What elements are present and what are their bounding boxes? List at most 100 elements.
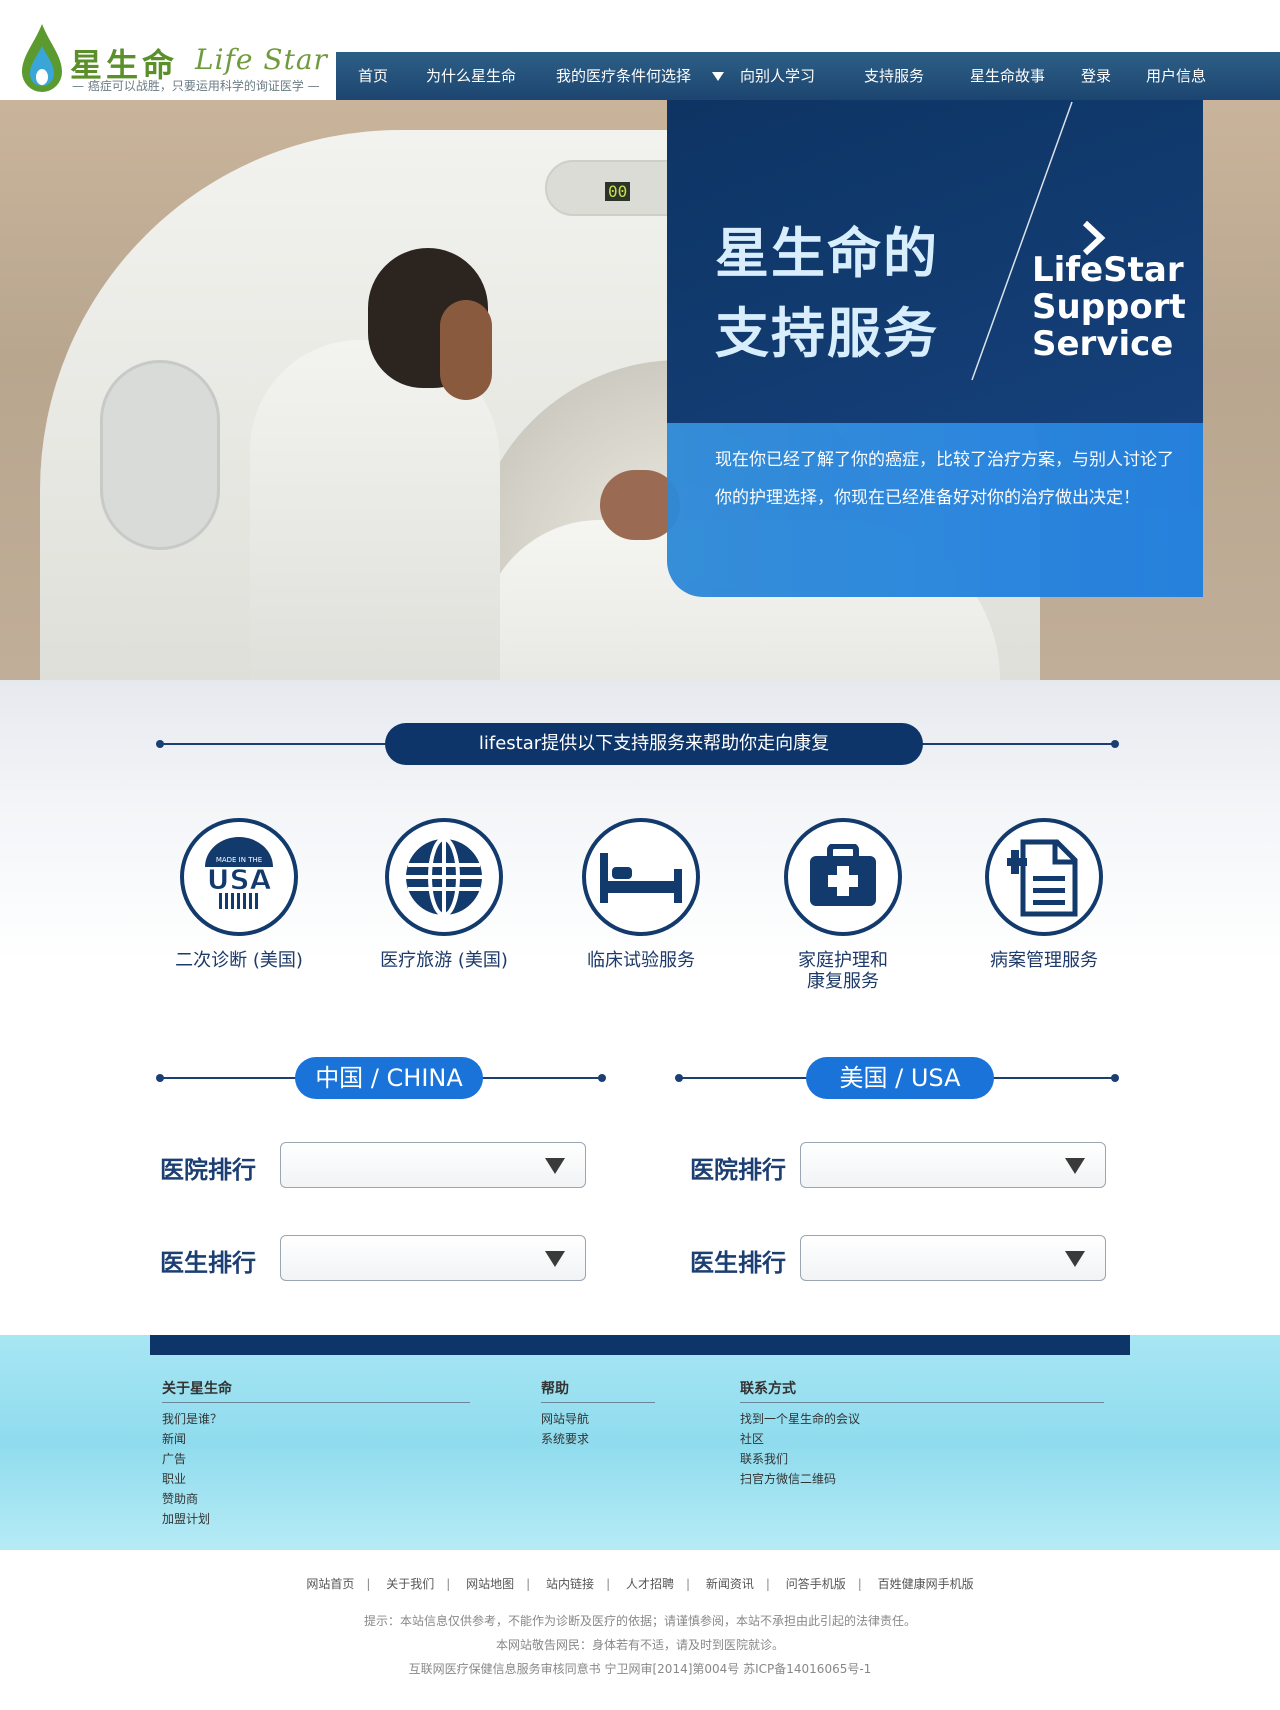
- footer-about-heading: 关于星生命: [162, 1378, 470, 1403]
- bed-icon: [600, 853, 682, 903]
- scanner-control-panel: [100, 360, 220, 550]
- footer-link-ads[interactable]: 广告: [162, 1449, 470, 1469]
- usa-doctor-ranking-label: 医生排行: [690, 1249, 786, 1277]
- footer-link-news[interactable]: 新闻: [162, 1429, 470, 1449]
- china-hospital-ranking-select[interactable]: [280, 1142, 586, 1188]
- support-service-description-panel: 现在你已经了解了你的癌症，比较了治疗方案，与别人讨论了你的护理选择，你现在已经准…: [667, 423, 1203, 597]
- bottom-link-bar: 网站首页 | 关于我们 | 网站地图 | 站内链接 | 人才招聘 | 新闻资讯 | 问答手机…: [306, 1577, 974, 1591]
- service-label: 医疗旅游 (美国): [380, 950, 508, 971]
- services-heading: lifestar提供以下支持服务来帮助你走向康复: [385, 723, 923, 765]
- footer-link-careers[interactable]: 职业: [162, 1469, 470, 1489]
- nav-stories[interactable]: 星生命故事: [970, 52, 1045, 100]
- footer-link-contact-us[interactable]: 联系我们: [740, 1449, 1104, 1469]
- bottom-link-about[interactable]: 关于我们: [386, 1577, 434, 1591]
- dropdown-arrow-icon[interactable]: [545, 1158, 565, 1174]
- footer-disclaimer: 提示：本站信息仅供参考，不能作为诊断及医疗的依据；请谨慎参阅，本站不承担由此引起…: [363, 1614, 916, 1628]
- banner-title-cn-line1: 星生命的: [715, 222, 939, 285]
- brand-name-en: Life Star: [195, 43, 328, 76]
- bottom-link-qa-mobile[interactable]: 问答手机版: [786, 1577, 846, 1591]
- dropdown-arrow-icon[interactable]: [545, 1251, 565, 1267]
- china-doctor-ranking-select[interactable]: [280, 1235, 586, 1281]
- medical-record-icon: [1007, 839, 1078, 917]
- medical-kit-icon: [810, 844, 876, 906]
- china-hospital-ranking-label: 医院排行: [160, 1156, 256, 1184]
- service-icon-circle: [784, 818, 902, 936]
- service-label: 病案管理服务: [990, 950, 1098, 971]
- brand-tagline: — 癌症可以战胜，只要运用科学的询证医学 —: [72, 79, 320, 93]
- service-label-line1: 家庭护理和: [798, 950, 888, 971]
- divider-dot: [1111, 1074, 1119, 1082]
- service-label-line2: 康复服务: [807, 971, 879, 992]
- chevron-down-icon[interactable]: [712, 72, 724, 81]
- main-nav: 首页 为什么星生命 我的医疗条件何选择 向别人学习 支持服务 星生命故事 登录 …: [336, 52, 1280, 100]
- china-doctor-ranking-label: 医生排行: [160, 1249, 256, 1277]
- support-service-banner: 星生命的 支持服务 LifeStar Support Service: [667, 100, 1203, 423]
- page: 星生命 Life Star — 癌症可以战胜，只要运用科学的询证医学 — 首页 …: [0, 0, 1280, 1710]
- footer-contact-column: 联系方式 找到一个星生命的会议 社区 联系我们 扫官方微信二维码: [740, 1378, 1104, 1489]
- doctor-face: [440, 300, 492, 400]
- bottom-link-sitemap[interactable]: 网站地图: [466, 1577, 514, 1591]
- banner-description: 现在你已经了解了你的癌症，比较了治疗方案，与别人讨论了你的护理选择，你现在已经准…: [715, 450, 1174, 508]
- site-logo[interactable]: 星生命 Life Star — 癌症可以战胜，只要运用科学的询证医学 —: [0, 0, 336, 100]
- bottom-link-home[interactable]: 网站首页: [306, 1577, 354, 1591]
- footer-about-column: 关于星生命 我们是谁？ 新闻 广告 职业 赞助商 加盟计划: [162, 1378, 470, 1529]
- bottom-link-health-mobile[interactable]: 百姓健康网手机版: [878, 1577, 974, 1591]
- globe-icon: [406, 837, 482, 917]
- nav-login[interactable]: 登录: [1081, 52, 1111, 100]
- service-second-opinion[interactable]: MADE IN THE USA 二次诊断 (美国): [149, 818, 329, 971]
- water-drop-icon: [22, 24, 62, 92]
- divider-dot: [598, 1074, 606, 1082]
- footer-link-sitemap-nav[interactable]: 网站导航: [541, 1409, 655, 1429]
- nav-home[interactable]: 首页: [358, 52, 388, 100]
- scanner-display-digits: 00: [605, 182, 631, 201]
- banner-title-en-line2: Support: [1032, 287, 1186, 327]
- service-case-management[interactable]: 病案管理服务: [954, 818, 1134, 971]
- banner-title-en-line3: Service: [1032, 324, 1174, 364]
- service-label: 临床试验服务: [587, 950, 695, 971]
- nav-learn-from-others[interactable]: 向别人学习: [740, 52, 815, 100]
- banner-title-en: LifeStar Support Service: [1032, 252, 1186, 363]
- dropdown-arrow-icon[interactable]: [1065, 1251, 1085, 1267]
- service-medical-tourism[interactable]: 医疗旅游 (美国): [354, 818, 534, 971]
- footer-link-system-requirements[interactable]: 系统要求: [541, 1429, 655, 1449]
- nav-why-lifestar[interactable]: 为什么星生命: [426, 52, 516, 100]
- footer-link-find-meeting[interactable]: 找到一个星生命的会议: [740, 1409, 1104, 1429]
- service-icon-circle: [582, 818, 700, 936]
- nav-my-condition[interactable]: 我的医疗条件何选择: [556, 52, 691, 100]
- usa-doctor-ranking-select[interactable]: [800, 1235, 1106, 1281]
- bottom-link-jobs[interactable]: 人才招聘: [626, 1577, 674, 1591]
- footer-link-wechat-qr[interactable]: 扫官方微信二维码: [740, 1469, 1104, 1489]
- divider-dot: [1111, 740, 1119, 748]
- service-icon-circle: MADE IN THE USA: [180, 818, 298, 936]
- footer-help-heading: 帮助: [541, 1378, 655, 1403]
- footer-link-join[interactable]: 加盟计划: [162, 1509, 470, 1529]
- service-label: 二次诊断 (美国): [175, 950, 303, 971]
- footer-health-notice: 本网站敬告网民：身体若有不适，请及时到医院就诊。: [495, 1638, 784, 1652]
- nav-support-services[interactable]: 支持服务: [864, 52, 924, 100]
- footer-contact-heading: 联系方式: [740, 1378, 1104, 1403]
- footer-link-sponsors[interactable]: 赞助商: [162, 1489, 470, 1509]
- bottom-link-internal[interactable]: 站内链接: [546, 1577, 594, 1591]
- divider-dot: [156, 740, 164, 748]
- bottom-link-news[interactable]: 新闻资讯: [706, 1577, 754, 1591]
- footer-license: 互联网医疗保健信息服务审核同意书 宁卫网审[2014]第004号 苏ICP备14…: [408, 1662, 872, 1676]
- usa-region-heading: 美国 / USA: [806, 1057, 994, 1099]
- divider-dot: [156, 1074, 164, 1082]
- footer-help-column: 帮助 网站导航 系统要求: [541, 1378, 655, 1449]
- nav-user-info[interactable]: 用户信息: [1146, 52, 1206, 100]
- dropdown-arrow-icon[interactable]: [1065, 1158, 1085, 1174]
- service-icon-circle: [985, 818, 1103, 936]
- usa-hospital-ranking-label: 医院排行: [690, 1156, 786, 1184]
- badge-usa-text: USA: [207, 863, 272, 896]
- usa-hospital-ranking-select[interactable]: [800, 1142, 1106, 1188]
- footer-link-community[interactable]: 社区: [740, 1429, 1104, 1449]
- service-home-care[interactable]: 家庭护理和 康复服务: [753, 818, 933, 992]
- usa-badge-icon: MADE IN THE USA: [205, 837, 273, 909]
- banner-title-cn-line2: 支持服务: [715, 302, 939, 365]
- footer-top-bar: [150, 1335, 1130, 1355]
- service-label: 家庭护理和 康复服务: [753, 950, 933, 992]
- service-clinical-trials[interactable]: 临床试验服务: [551, 818, 731, 971]
- service-icon-circle: [385, 818, 503, 936]
- footer-link-who-we-are[interactable]: 我们是谁？: [162, 1409, 470, 1429]
- banner-title-en-line1: LifeStar: [1032, 250, 1184, 290]
